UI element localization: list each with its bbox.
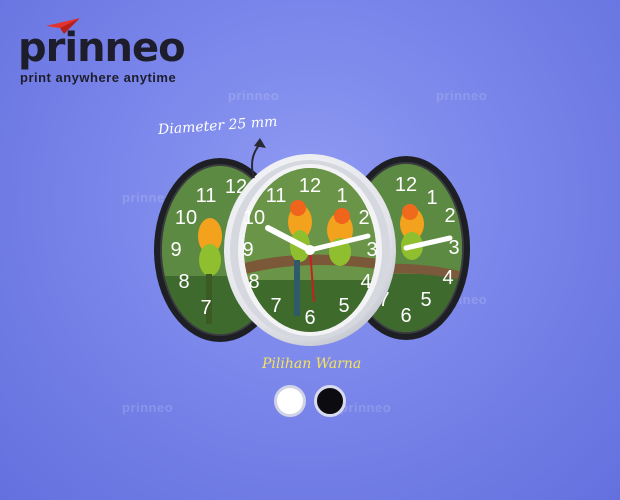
svg-text:9: 9 — [170, 239, 181, 261]
watermark: prinneo — [228, 88, 280, 103]
svg-text:8: 8 — [178, 271, 189, 293]
svg-text:9: 9 — [242, 239, 253, 261]
svg-text:7: 7 — [200, 297, 211, 319]
svg-text:4: 4 — [360, 271, 371, 293]
color-swatch-white[interactable] — [274, 385, 306, 417]
svg-text:7: 7 — [270, 295, 281, 317]
svg-text:12: 12 — [299, 175, 321, 197]
svg-text:5: 5 — [420, 289, 431, 311]
color-options-title: Pilihan Warna — [262, 356, 362, 372]
svg-text:3: 3 — [366, 239, 377, 261]
brand-tagline: print anywhere anytime — [20, 70, 177, 85]
svg-text:5: 5 — [338, 295, 349, 317]
svg-text:10: 10 — [243, 207, 265, 229]
watermark: prinneo — [436, 88, 488, 103]
svg-text:6: 6 — [400, 305, 411, 327]
svg-text:6: 6 — [304, 307, 315, 329]
svg-text:12: 12 — [395, 174, 417, 196]
svg-text:2: 2 — [358, 207, 369, 229]
watermark: prinneo — [122, 400, 174, 415]
svg-text:1: 1 — [336, 185, 347, 207]
product-banner: prinneo prinneo prinneo prinneo prinneo … — [0, 0, 620, 500]
watermark: prinneo — [340, 400, 392, 415]
svg-text:2: 2 — [444, 205, 455, 227]
svg-text:1: 1 — [426, 187, 437, 209]
svg-text:10: 10 — [175, 207, 197, 229]
brand-name: prinneo — [18, 25, 186, 71]
curved-arrow-icon — [251, 138, 266, 179]
svg-text:11: 11 — [196, 185, 217, 207]
svg-text:4: 4 — [442, 267, 453, 289]
svg-text:11: 11 — [266, 185, 287, 207]
color-swatch-black[interactable] — [314, 385, 346, 417]
svg-text:8: 8 — [248, 271, 259, 293]
